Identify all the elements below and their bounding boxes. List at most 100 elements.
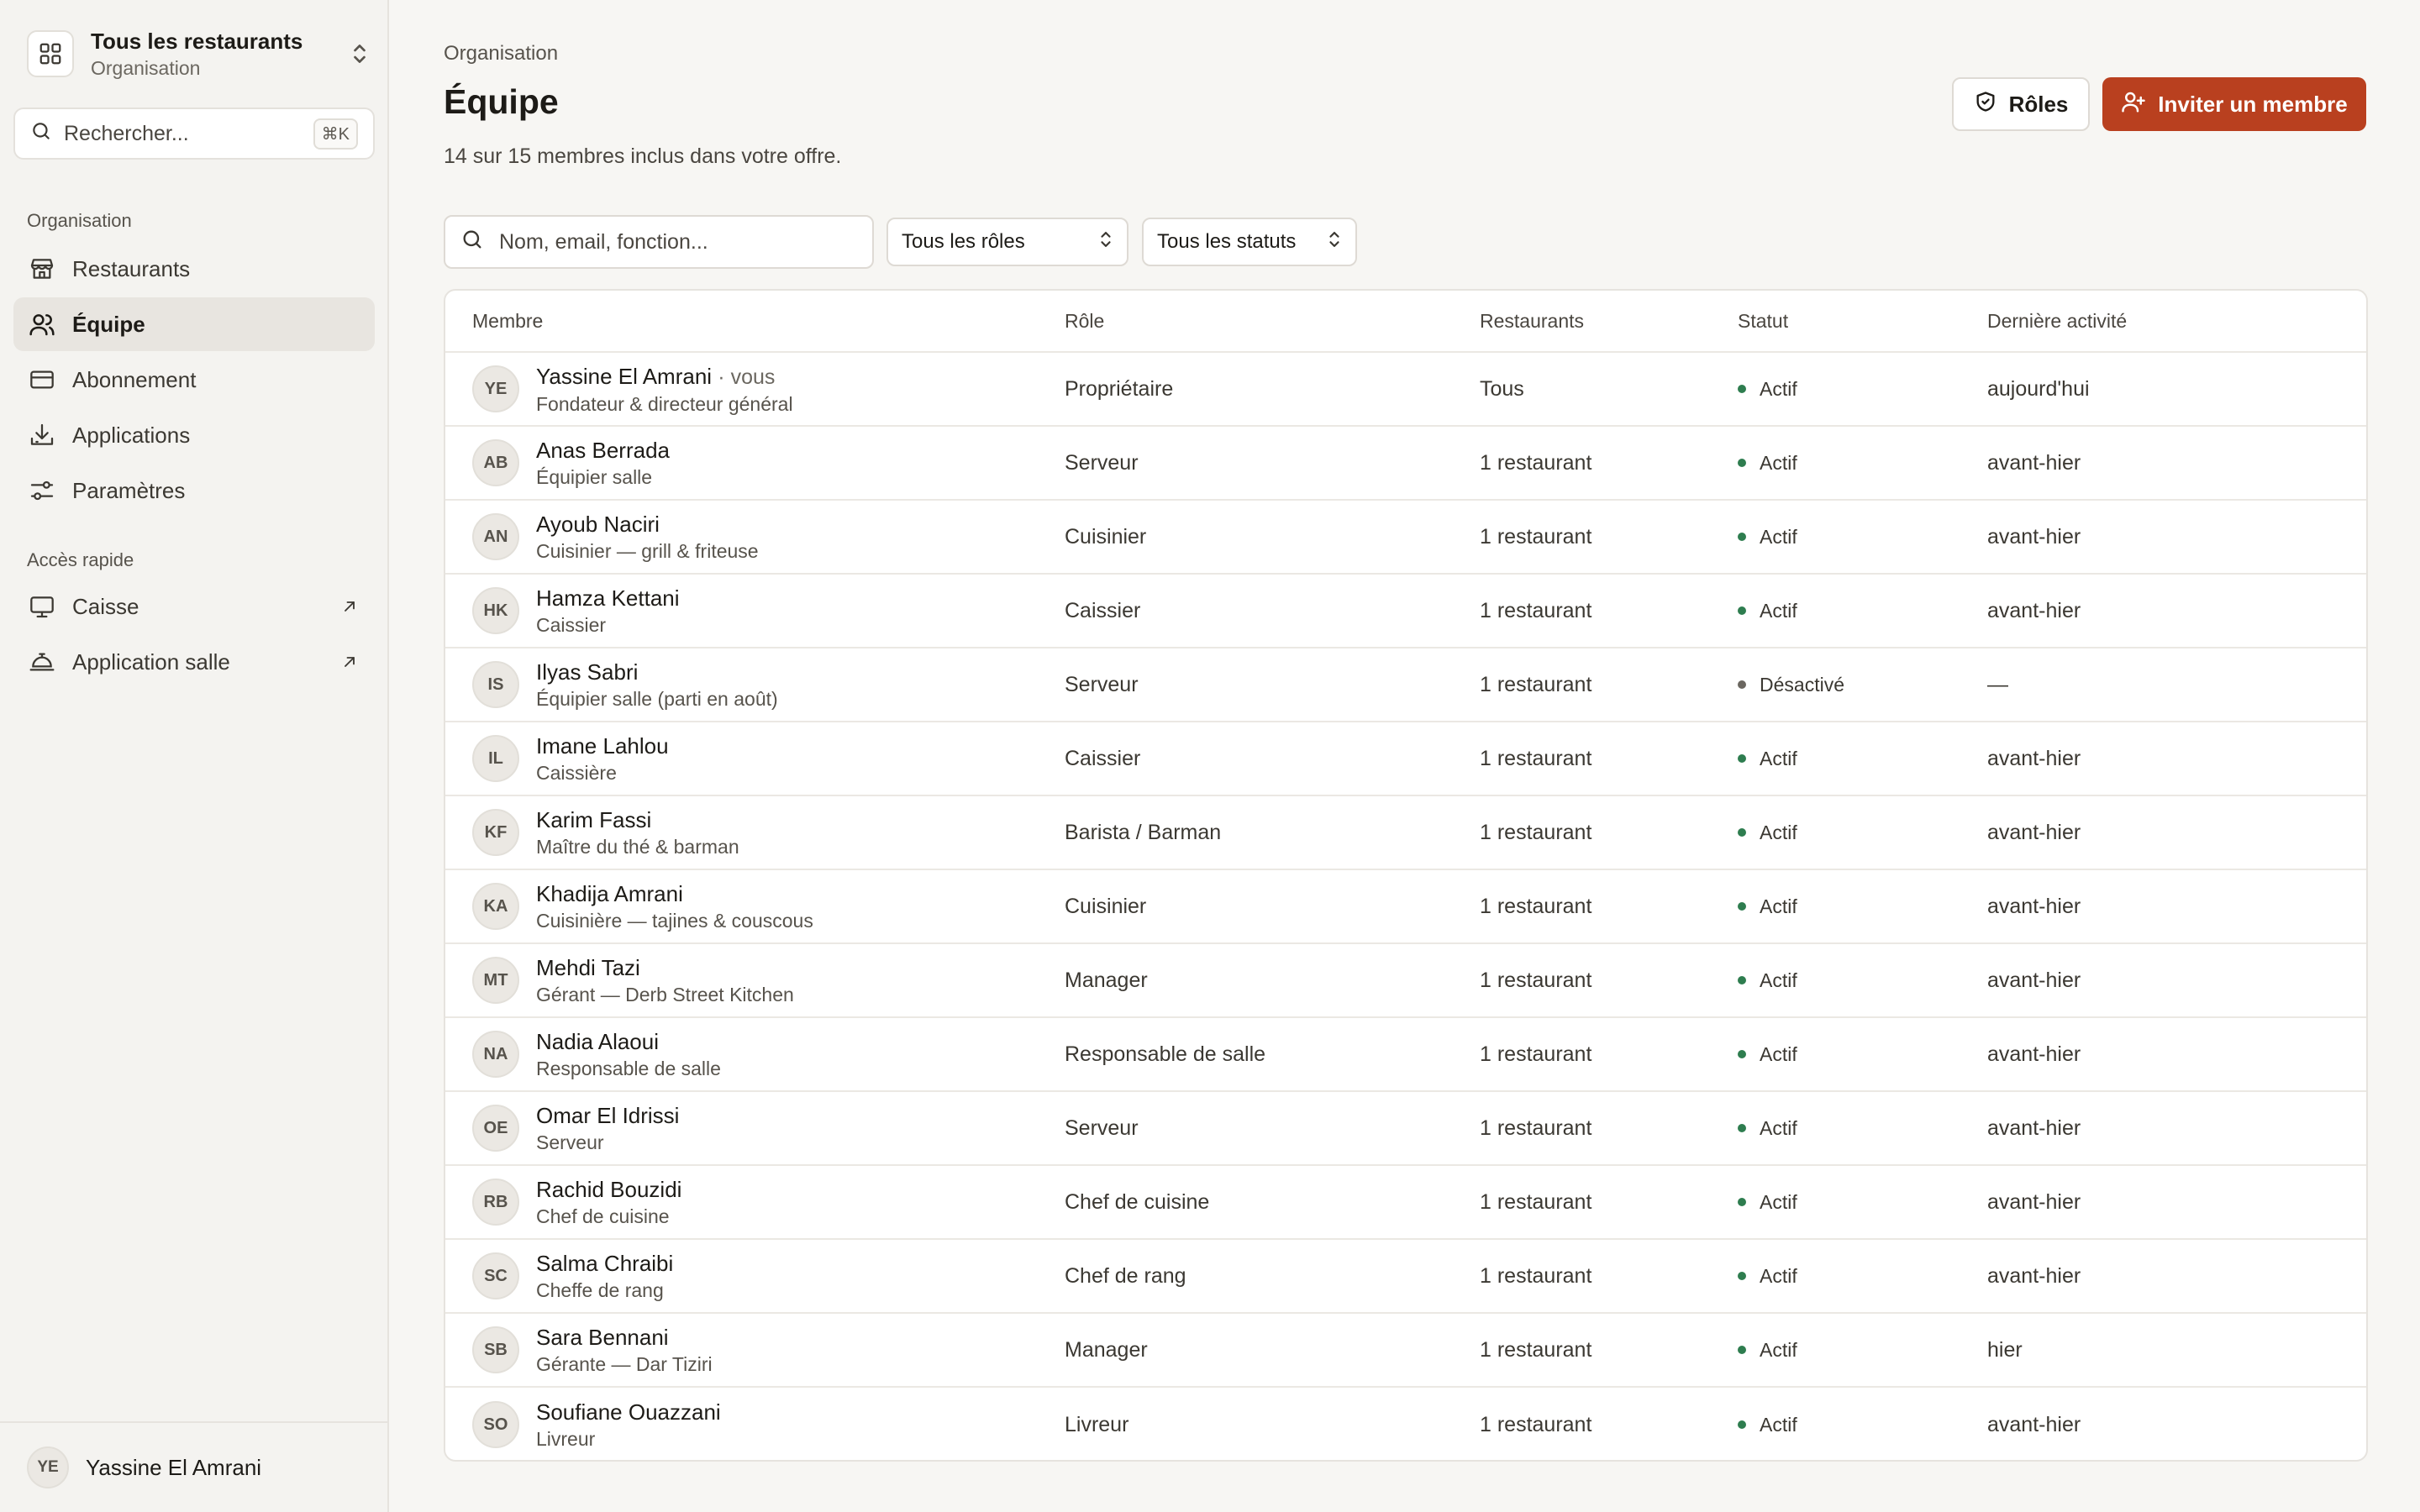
member-restaurants: 1 restaurant [1480, 1337, 1592, 1362]
workspace-switcher[interactable]: Tous les restaurants Organisation [27, 24, 373, 84]
member-name: Soufiane Ouazzani [536, 1399, 721, 1425]
workspace-title: Tous les restaurants [91, 29, 303, 54]
table-row[interactable]: HK Hamza Kettani Caissier Caissier 1 restaur… [445, 575, 2366, 648]
member-restaurants: 1 restaurant [1480, 524, 1592, 549]
member-search-input[interactable]: Nom, email, fonction... [444, 215, 874, 269]
status-filter-select[interactable]: Tous les statuts [1142, 218, 1357, 266]
search-icon [460, 228, 484, 257]
status-badge: Actif [1738, 1265, 1987, 1288]
table-row[interactable]: SC Salma Chraibi Cheffe de rang Chef de ran… [445, 1240, 2366, 1314]
status-badge: Actif [1738, 822, 1987, 844]
member-cell: AB Anas Berrada Équipier salle [445, 436, 1065, 490]
member-role: Barista / Barman [1065, 820, 1222, 844]
column-header-statut[interactable]: Statut [1738, 310, 1987, 333]
table-row[interactable]: KA Khadija Amrani Cuisinière — tajines & c… [445, 870, 2366, 944]
search-shortcut: ⌘K [313, 118, 358, 150]
sidebar-item-restaurants[interactable]: Restaurants [13, 242, 375, 296]
member-last-activity: avant-hier [1987, 1412, 2081, 1436]
member-function: Gérant — Derb Street Kitchen [536, 984, 794, 1005]
member-cell: IL Imane Lahlou Caissière [445, 732, 1065, 785]
avatar: OE [472, 1105, 519, 1152]
current-user-name: Yassine El Amrani [86, 1454, 262, 1480]
role-filter-select[interactable]: Tous les rôles [886, 218, 1128, 266]
member-last-activity: avant-hier [1987, 1042, 2081, 1066]
status-badge: Actif [1738, 1191, 1987, 1214]
column-header-restaurants[interactable]: Restaurants [1480, 310, 1738, 333]
status-badge: Actif [1738, 748, 1987, 770]
member-name: Salma Chraibi [536, 1251, 674, 1276]
column-header-membre[interactable]: Membre [445, 310, 1065, 333]
main-content: Organisation Équipe 14 sur 15 membres in… [389, 0, 2420, 1512]
member-last-activity: — [1987, 672, 2008, 696]
status-label: Actif [1760, 525, 1797, 548]
member-restaurants: 1 restaurant [1480, 672, 1592, 696]
member-function: Équipier salle [536, 466, 653, 488]
member-function: Caissière [536, 762, 617, 784]
table-row[interactable]: AN Ayoub Naciri Cuisinier — grill & friteu… [445, 501, 2366, 575]
sidebar-item-abonnement[interactable]: Abonnement [13, 353, 375, 407]
member-function: Équipier salle (parti en août) [536, 688, 778, 710]
member-last-activity: avant-hier [1987, 820, 2081, 844]
status-dot-icon [1738, 1346, 1746, 1354]
sidebar-item-label: Abonnement [72, 366, 197, 392]
table-row[interactable]: NA Nadia Alaoui Responsable de salle Respon… [445, 1018, 2366, 1092]
arrow-up-right-icon [338, 595, 361, 618]
avatar: KF [472, 809, 519, 856]
chevron-up-down-icon [346, 37, 373, 71]
sidebar: Tous les restaurants Organisation Recher… [0, 0, 389, 1512]
table-row[interactable]: IL Imane Lahlou Caissière Caissier 1 restaur… [445, 722, 2366, 796]
member-cell: YE Yassine El Amrani · vous Fondateur & di… [445, 362, 1065, 417]
shield-icon [1974, 90, 1997, 119]
status-label: Actif [1760, 1338, 1797, 1361]
status-badge: Actif [1738, 969, 1987, 992]
member-function: Cuisinière — tajines & couscous [536, 910, 813, 932]
status-dot-icon [1738, 976, 1746, 984]
section-label-organisation: Organisation [27, 210, 132, 231]
table-row[interactable]: IS Ilyas Sabri Équipier salle (parti en ao… [445, 648, 2366, 722]
sidebar-item-applications[interactable]: Applications [13, 408, 375, 462]
avatar: AB [472, 439, 519, 486]
arrow-up-right-icon [338, 650, 361, 674]
table-row[interactable]: SB Sara Bennani Gérante — Dar Tiziri Manage… [445, 1314, 2366, 1388]
member-function: Cheffe de rang [536, 1279, 664, 1301]
quick-link-label: Caisse [72, 593, 139, 619]
member-name: Ilyas Sabri [536, 659, 639, 685]
member-role: Livreur [1065, 1412, 1129, 1436]
role-filter-value: Tous les rôles [902, 230, 1025, 253]
member-function: Maître du thé & barman [536, 836, 739, 858]
status-dot-icon [1738, 1124, 1746, 1132]
table-row[interactable]: AB Anas Berrada Équipier salle Serveur 1 res… [445, 427, 2366, 501]
sidebar-search[interactable]: Rechercher... ⌘K [13, 108, 375, 160]
invite-member-button[interactable]: Inviter un membre [2102, 77, 2366, 131]
member-cell: MT Mehdi Tazi Gérant — Derb Street Kitchen [445, 953, 1065, 1007]
sidebar-item-parametres[interactable]: Paramètres [13, 464, 375, 517]
sidebar-item-label: Applications [72, 422, 191, 448]
table-row[interactable]: SO Soufiane Ouazzani Livreur Livreur 1 resta… [445, 1388, 2366, 1460]
avatar: YE [27, 1446, 69, 1488]
quick-link-application-salle[interactable]: Application salle [13, 635, 375, 689]
member-last-activity: avant-hier [1987, 1263, 2081, 1288]
avatar: YE [472, 365, 519, 412]
avatar: IL [472, 735, 519, 782]
column-header-derniere-activite[interactable]: Dernière activité [1987, 310, 2366, 333]
quick-link-caisse[interactable]: Caisse [13, 580, 375, 633]
table-row[interactable]: YE Yassine El Amrani · vous Fondateur & di… [445, 353, 2366, 427]
avatar: RB [472, 1179, 519, 1226]
column-header-role[interactable]: Rôle [1065, 310, 1480, 333]
member-name: Nadia Alaoui [536, 1029, 659, 1054]
table-row[interactable]: OE Omar El Idrissi Serveur Serveur 1 restaur… [445, 1092, 2366, 1166]
member-restaurants: 1 restaurant [1480, 1263, 1592, 1288]
current-user[interactable]: YE Yassine El Amrani [0, 1421, 387, 1512]
sidebar-item-equipe[interactable]: Équipe [13, 297, 375, 351]
table-row[interactable]: KF Karim Fassi Maître du thé & barman Baris… [445, 796, 2366, 870]
roles-button[interactable]: Rôles [1952, 77, 2090, 131]
member-function: Cuisinier — grill & friteuse [536, 540, 759, 562]
member-restaurants: 1 restaurant [1480, 1116, 1592, 1140]
table-row[interactable]: RB Rachid Bouzidi Chef de cuisine Chef de c… [445, 1166, 2366, 1240]
status-badge: Désactivé [1738, 674, 1987, 696]
user-plus-icon [2121, 89, 2146, 120]
grid-icon [27, 30, 74, 77]
table-row[interactable]: MT Mehdi Tazi Gérant — Derb Street Kitchen… [445, 944, 2366, 1018]
status-label: Actif [1760, 895, 1797, 917]
chevron-up-down-icon [1327, 228, 1342, 256]
